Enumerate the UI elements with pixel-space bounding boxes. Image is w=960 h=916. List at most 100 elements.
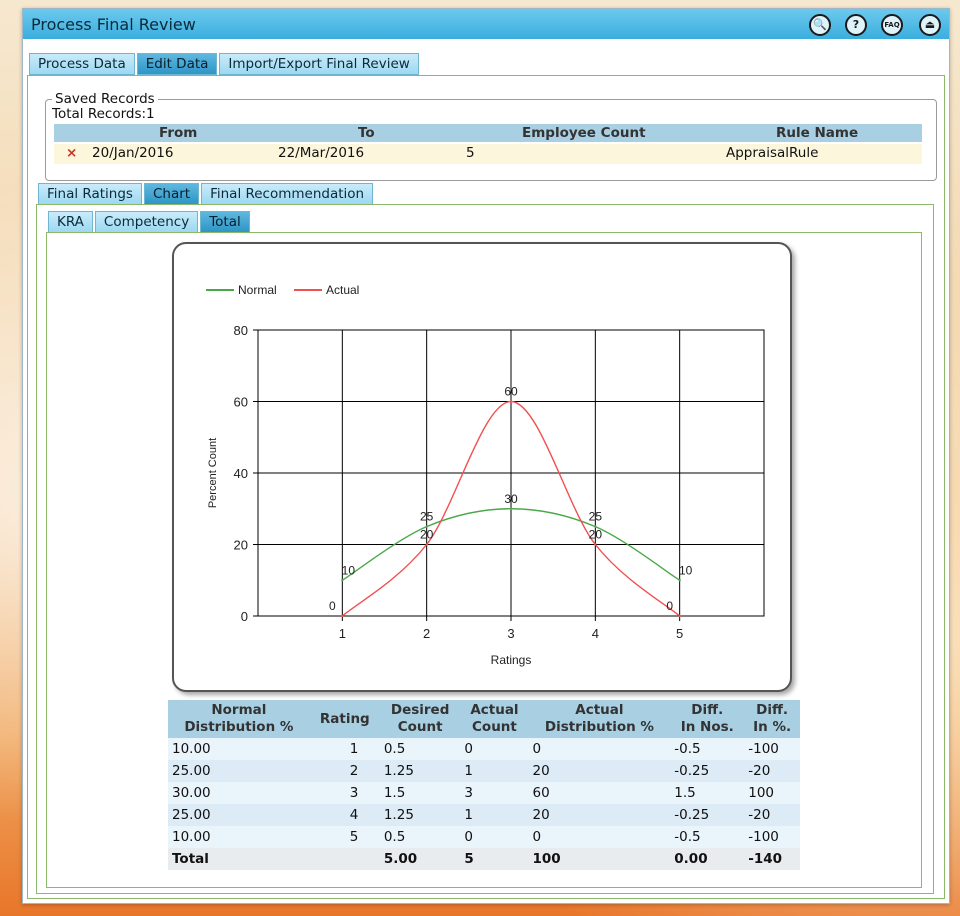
table-total-cell: 5.00 — [379, 848, 461, 870]
table-cell: 0 — [528, 826, 671, 848]
data-point — [509, 507, 513, 510]
y-tick-label: 60 — [234, 395, 248, 410]
legend-label: Actual — [326, 283, 359, 297]
tab-kra[interactable]: KRA — [48, 211, 93, 233]
data-label: 30 — [504, 492, 518, 506]
tab-final-recommendation[interactable]: Final Recommendation — [201, 183, 374, 205]
data-point — [341, 579, 344, 582]
table-cell: 5 — [309, 826, 380, 848]
tab-total[interactable]: Total — [200, 211, 250, 233]
table-cell: 1.5 — [379, 782, 461, 804]
table-cell: 1 — [460, 760, 529, 782]
main-tabs: Process Data Edit Data Import/Export Fin… — [29, 53, 421, 75]
sub-tabs: Final Ratings Chart Final Recommendation — [38, 183, 375, 205]
table-cell: 0 — [460, 826, 529, 848]
rating-distribution-chart: 0 20 40 60 80 1 2 3 4 5 Ratings Percent Count 10 25 30… — [206, 283, 765, 667]
tab-process-data[interactable]: Process Data — [29, 53, 135, 75]
table-cell: 10.00 — [168, 738, 310, 760]
table-row: 25.00 2 1.25 1 20 -0.25 -20 — [168, 760, 800, 782]
delete-record-icon[interactable]: × — [66, 145, 77, 161]
y-axis-label: Percent Count — [207, 438, 219, 508]
tab-import-export-final-review[interactable]: Import/Export Final Review — [219, 53, 419, 75]
col-header-2: Desired Count — [379, 700, 461, 738]
table-cell: 25.00 — [168, 760, 310, 782]
record-to: 22/Mar/2016 — [278, 145, 365, 161]
data-label: 20 — [420, 528, 434, 542]
table-cell: 3 — [460, 782, 529, 804]
table-row: 30.00 3 1.5 3 60 1.5 100 — [168, 782, 800, 804]
table-cell: -0.25 — [670, 804, 745, 826]
table-cell: -0.5 — [670, 738, 745, 760]
table-row: 10.00 5 0.5 0 0 -0.5 -100 — [168, 826, 800, 848]
col-to: To — [358, 125, 375, 141]
table-cell: 25.00 — [168, 804, 310, 826]
table-cell: -100 — [744, 826, 800, 848]
table-row: 25.00 4 1.25 1 20 -0.25 -20 — [168, 804, 800, 826]
total-records-label: Total Records:1 — [52, 106, 155, 122]
data-label: 0 — [329, 599, 336, 613]
help-icon[interactable]: ? — [845, 14, 867, 36]
logout-icon[interactable]: ⏏ — [919, 14, 941, 36]
table-total-cell: 100 — [528, 848, 671, 870]
table-total-cell — [309, 848, 380, 870]
table-cell: 0.5 — [379, 738, 461, 760]
table-cell: -20 — [744, 804, 800, 826]
table-cell: 4 — [309, 804, 380, 826]
table-cell: -0.25 — [670, 760, 745, 782]
saved-records-legend: Saved Records — [55, 91, 155, 107]
table-cell: 2 — [309, 760, 380, 782]
search-icon[interactable]: 🔍 — [809, 14, 831, 36]
data-label: 25 — [420, 510, 434, 524]
tab-edit-data[interactable]: Edit Data — [136, 53, 218, 75]
table-cell: 1.25 — [379, 760, 461, 782]
table-cell: 0.5 — [379, 826, 461, 848]
x-tick-label: 1 — [339, 626, 346, 641]
tab-competency[interactable]: Competency — [94, 211, 199, 233]
chart-tabs: KRA Competency Total — [48, 211, 252, 233]
x-tick-label: 3 — [507, 626, 514, 641]
data-label: 0 — [666, 599, 673, 613]
col-employee-count: Employee Count — [522, 125, 646, 141]
x-tick-label: 2 — [423, 626, 430, 641]
saved-record-row[interactable]: × 20/Jan/2016 22/Mar/2016 5 AppraisalRul… — [54, 144, 922, 164]
y-tick-label: 20 — [234, 538, 248, 553]
data-point — [678, 579, 681, 582]
faq-icon[interactable]: FAQ — [881, 14, 903, 36]
table-cell: -0.5 — [670, 826, 745, 848]
y-tick-label: 40 — [234, 466, 248, 481]
col-header-4: Actual Distribution % — [528, 700, 671, 738]
record-from: 20/Jan/2016 — [92, 145, 174, 161]
data-label: 20 — [589, 528, 603, 542]
table-cell: 1 — [309, 738, 380, 760]
table-cell: 1 — [460, 804, 529, 826]
record-employee-count: 5 — [466, 145, 475, 161]
data-label: 60 — [504, 385, 518, 399]
data-point — [425, 543, 428, 546]
y-tick-label: 0 — [241, 609, 248, 624]
y-tick-label: 80 — [234, 323, 248, 338]
data-point — [341, 614, 344, 618]
chart-container: 0 20 40 60 80 1 2 3 4 5 Ratings Percent Count 10 25 30… — [172, 242, 792, 692]
table-cell: 10.00 — [168, 826, 310, 848]
col-rule-name: Rule Name — [776, 125, 859, 141]
table-cell: 3 — [309, 782, 380, 804]
table-total-cell: 0.00 — [670, 848, 745, 870]
data-label: 25 — [589, 510, 603, 524]
col-from: From — [159, 125, 198, 141]
table-total-cell: -140 — [744, 848, 800, 870]
tab-chart[interactable]: Chart — [143, 183, 200, 205]
data-label: 10 — [342, 563, 356, 577]
tab-final-ratings[interactable]: Final Ratings — [38, 183, 142, 205]
x-axis-label: Ratings — [491, 653, 532, 667]
x-tick-label: 5 — [676, 626, 683, 641]
col-header-6: Diff. In %. — [744, 700, 800, 738]
col-header-1: Rating — [309, 700, 380, 738]
table-cell: 0 — [460, 738, 529, 760]
table-cell: 100 — [744, 782, 800, 804]
table-cell: 1.25 — [379, 804, 461, 826]
title-bar: Process Final Review 🔍 ? FAQ ⏏ — [23, 9, 949, 39]
saved-records-header: From To Employee Count Rule Name — [54, 124, 922, 142]
distribution-table: Normal Distribution % Rating Desired Count Ac… — [168, 700, 800, 870]
table-total-cell: 5 — [460, 848, 529, 870]
distribution-table-body: 10.00 1 0.5 0 0 -0.5 -100 25.00 2 1.25 1 20 -0.25 -20… — [168, 738, 800, 870]
